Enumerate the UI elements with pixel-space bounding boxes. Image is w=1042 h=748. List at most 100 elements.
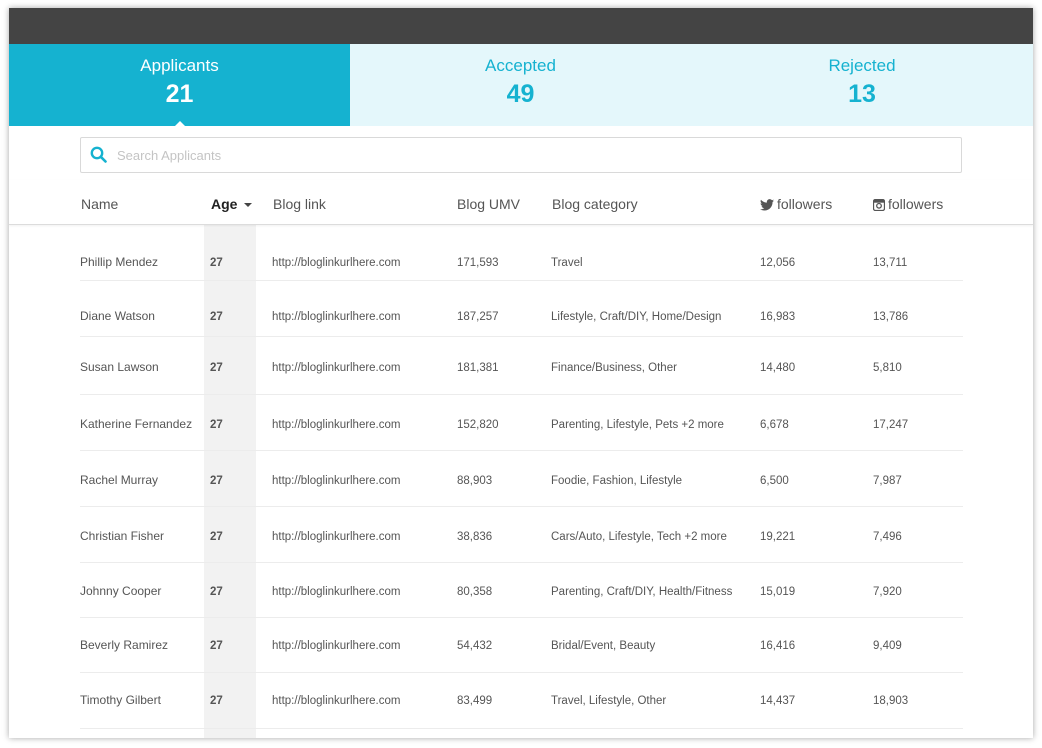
cell-blog-umv: 152,820 bbox=[457, 419, 499, 431]
column-header-twitter-followers[interactable]: followers bbox=[760, 195, 832, 213]
column-header-blog-category[interactable]: Blog category bbox=[552, 195, 638, 213]
table-row[interactable]: Katherine Fernandez 27 http://bloglinkur… bbox=[80, 395, 963, 451]
cell-name: Phillip Mendez bbox=[80, 255, 159, 269]
cell-blog-link[interactable]: http://bloglinkurlhere.com bbox=[272, 639, 400, 653]
cell-name: Katherine Fernandez bbox=[80, 417, 193, 431]
tab-applicants-count: 21 bbox=[165, 80, 194, 108]
cell-age: 27 bbox=[210, 640, 223, 652]
cell-blog-umv: 181,381 bbox=[457, 362, 499, 374]
cell-instagram-followers: 7,496 bbox=[873, 531, 902, 543]
cell-twitter-followers: 6,678 bbox=[760, 419, 789, 431]
cell-blog-umv: 88,903 bbox=[457, 475, 493, 487]
cell-blog-category: Bridal/Event, Beauty bbox=[551, 640, 656, 652]
cell-age: 27 bbox=[210, 586, 223, 598]
column-header-age-label: Age bbox=[211, 196, 238, 212]
column-header-name[interactable]: Name bbox=[81, 195, 118, 213]
cell-blog-link[interactable]: http://bloglinkurlhere.com bbox=[272, 530, 400, 544]
tab-rejected-count: 13 bbox=[848, 80, 876, 108]
cell-blog-category: Lifestyle, Craft/DIY, Home/Design bbox=[551, 311, 722, 323]
cell-blog-link[interactable]: http://bloglinkurlhere.com bbox=[272, 256, 400, 270]
table-row[interactable]: Phillip Mendez 27 http://bloglinkurlhere… bbox=[80, 225, 963, 281]
cell-age: 27 bbox=[210, 257, 223, 269]
cell-blog-umv: 171,593 bbox=[457, 257, 499, 269]
search-icon bbox=[90, 146, 107, 163]
cell-twitter-followers: 15,019 bbox=[760, 586, 796, 598]
cell-instagram-followers: 9,409 bbox=[873, 640, 902, 652]
cell-age: 27 bbox=[210, 419, 223, 431]
instagram-icon bbox=[872, 198, 886, 212]
table-row[interactable]: Diane Watson 27 http://bloglinkurlhere.c… bbox=[80, 281, 963, 337]
cell-age: 27 bbox=[210, 475, 223, 487]
tab-accepted[interactable]: Accepted 49 bbox=[350, 44, 691, 126]
cell-blog-umv: 54,432 bbox=[457, 640, 493, 652]
table-row[interactable]: Susan Lawson 27 http://bloglinkurlhere.c… bbox=[80, 337, 963, 395]
twitter-followers-label: followers bbox=[777, 196, 833, 212]
status-tabs: Applicants 21 Accepted 49 Rejected 13 bbox=[9, 44, 1033, 127]
cell-twitter-followers: 14,480 bbox=[760, 362, 796, 374]
table-row[interactable]: Beverly Ramirez 27 http://bloglinkurlher… bbox=[80, 618, 963, 673]
cell-name: Johnny Cooper bbox=[80, 584, 162, 598]
cell-blog-category: Travel, Lifestyle, Other bbox=[551, 695, 667, 707]
cell-twitter-followers: 12,056 bbox=[760, 257, 796, 269]
cell-blog-umv: 83,499 bbox=[457, 695, 493, 707]
table-row[interactable]: Timothy Gilbert 27 http://bloglinkurlher… bbox=[80, 673, 963, 729]
window-titlebar bbox=[9, 8, 1033, 44]
cell-name: Diane Watson bbox=[80, 309, 155, 323]
tab-accepted-count: 49 bbox=[506, 80, 535, 108]
cell-instagram-followers: 7,987 bbox=[873, 475, 902, 487]
tab-applicants-label: Applicants bbox=[140, 56, 219, 75]
cell-blog-category: Foodie, Fashion, Lifestyle bbox=[551, 475, 683, 487]
search-box[interactable] bbox=[80, 137, 962, 173]
cell-blog-umv: 80,358 bbox=[457, 586, 493, 598]
cell-blog-link[interactable]: http://bloglinkurlhere.com bbox=[272, 361, 400, 375]
cell-name: Christian Fisher bbox=[80, 529, 165, 543]
cell-twitter-followers: 19,221 bbox=[760, 531, 796, 543]
cell-blog-link[interactable]: http://bloglinkurlhere.com bbox=[272, 585, 400, 599]
tab-applicants[interactable]: Applicants 21 bbox=[9, 44, 350, 127]
cell-twitter-followers: 16,983 bbox=[760, 311, 796, 323]
column-header-blog-umv[interactable]: Blog UMV bbox=[457, 195, 520, 213]
tab-accepted-label: Accepted bbox=[485, 56, 556, 75]
column-header-blog-link[interactable]: Blog link bbox=[273, 195, 326, 213]
table-header: Name Age Blog link Blog UMV Blog categor… bbox=[9, 180, 1033, 225]
cell-age: 27 bbox=[210, 311, 223, 323]
table-row[interactable]: Christian Fisher 27 http://bloglinkurlhe… bbox=[80, 507, 963, 563]
cell-name: Rachel Murray bbox=[80, 473, 159, 487]
cell-name: Timothy Gilbert bbox=[80, 693, 161, 707]
table-row[interactable]: Johnny Cooper 27 http://bloglinkurlhere.… bbox=[80, 563, 963, 618]
cell-name: Beverly Ramirez bbox=[80, 638, 169, 652]
cell-age: 27 bbox=[210, 695, 223, 707]
cell-blog-link[interactable]: http://bloglinkurlhere.com bbox=[272, 310, 400, 324]
cell-blog-link[interactable]: http://bloglinkurlhere.com bbox=[272, 474, 400, 488]
cell-blog-umv: 38,836 bbox=[457, 531, 493, 543]
cell-instagram-followers: 17,247 bbox=[873, 419, 909, 431]
column-header-age[interactable]: Age bbox=[211, 195, 253, 213]
cell-blog-category: Travel bbox=[551, 257, 583, 269]
cell-instagram-followers: 18,903 bbox=[873, 695, 909, 707]
twitter-icon bbox=[760, 199, 774, 211]
search-input[interactable] bbox=[117, 138, 947, 172]
cell-twitter-followers: 6,500 bbox=[760, 475, 789, 487]
instagram-followers-label: followers bbox=[888, 196, 944, 212]
cell-age: 27 bbox=[210, 362, 223, 374]
tab-rejected-label: Rejected bbox=[828, 56, 896, 75]
cell-blog-category: Parenting, Craft/DIY, Health/Fitness bbox=[551, 586, 733, 598]
cell-name: Susan Lawson bbox=[80, 360, 159, 374]
app-window: Applicants 21 Accepted 49 Rejected 13 Na… bbox=[9, 8, 1033, 738]
column-header-instagram-followers[interactable]: followers bbox=[872, 195, 944, 213]
table-row[interactable]: Rachel Murray 27 http://bloglinkurlhere.… bbox=[80, 451, 963, 507]
cell-age: 27 bbox=[210, 531, 223, 543]
cell-blog-category: Parenting, Lifestyle, Pets +2 more bbox=[551, 419, 724, 431]
cell-blog-link[interactable]: http://bloglinkurlhere.com bbox=[272, 418, 400, 432]
cell-blog-category: Cars/Auto, Lifestyle, Tech +2 more bbox=[551, 531, 727, 543]
cell-instagram-followers: 13,786 bbox=[873, 311, 909, 323]
cell-blog-umv: 187,257 bbox=[457, 311, 499, 323]
tab-rejected[interactable]: Rejected 13 bbox=[691, 44, 1033, 126]
cell-blog-link[interactable]: http://bloglinkurlhere.com bbox=[272, 694, 400, 708]
cell-twitter-followers: 14,437 bbox=[760, 695, 796, 707]
caret-down-icon bbox=[244, 203, 253, 208]
cell-blog-category: Finance/Business, Other bbox=[551, 362, 677, 374]
cell-instagram-followers: 13,711 bbox=[873, 257, 908, 269]
cell-instagram-followers: 5,810 bbox=[873, 362, 902, 374]
cell-instagram-followers: 7,920 bbox=[873, 586, 902, 598]
